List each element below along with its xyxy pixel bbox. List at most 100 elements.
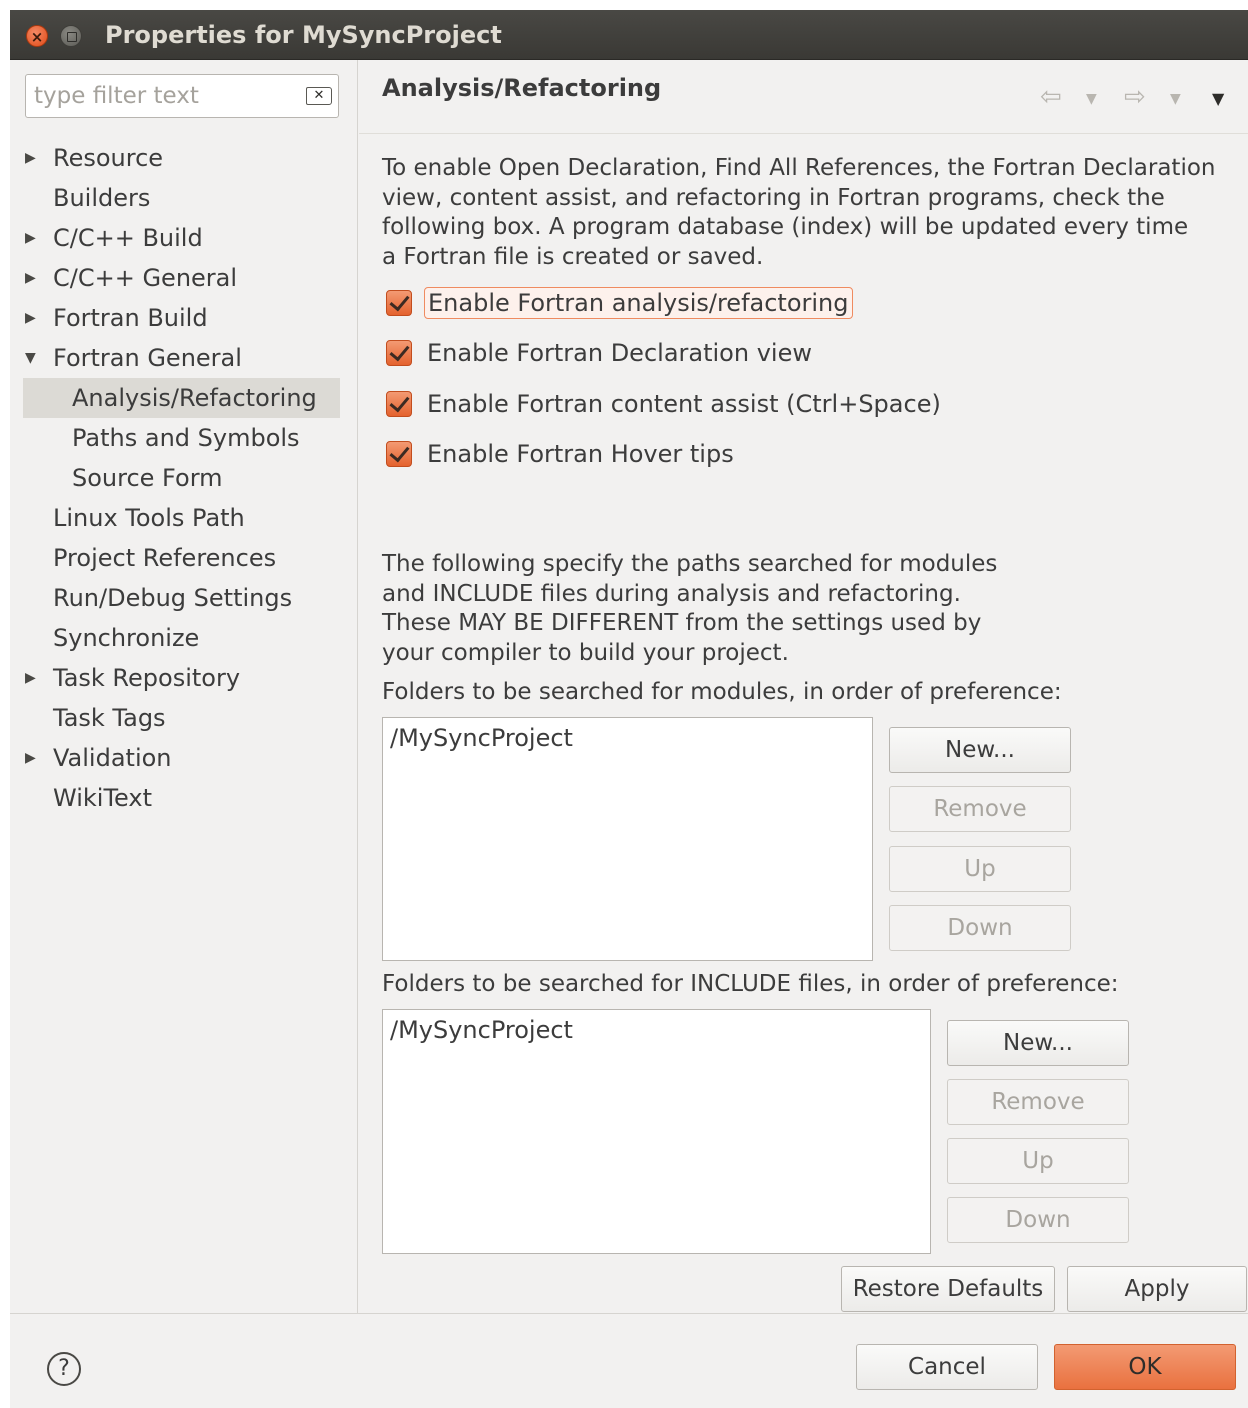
back-arrow-icon[interactable]: ⇦ — [1040, 82, 1062, 112]
preference-tree: ▶ Resource Builders ▶ C/C++ Build ▶ C/C++ Gene… — [10, 138, 358, 818]
history-nav: ⇦ ▼ ⇨ ▼ ▼ — [1040, 82, 1240, 112]
checkbox-label[interactable]: Enable Fortran Hover tips — [424, 439, 737, 469]
tree-collapsed-arrow-icon[interactable]: ▶ — [25, 658, 39, 698]
tree-item-label: Source Form — [72, 464, 223, 492]
intro-line: a Fortran file is created or saved. — [382, 243, 764, 270]
tree-item[interactable]: ▶ C/C++ General — [10, 258, 358, 298]
modules-down-button[interactable]: Down — [889, 905, 1071, 951]
modules-remove-button[interactable]: Remove — [889, 786, 1071, 832]
include-label: Folders to be searched for INCLUDE files… — [382, 971, 1119, 997]
tree-item[interactable]: Builders — [10, 178, 358, 218]
list-item[interactable]: /MySyncProject — [390, 1016, 573, 1044]
tree-item[interactable]: Task Tags — [10, 698, 358, 738]
minimize-icon[interactable] — [60, 25, 82, 47]
tree-item-label: Fortran General — [53, 344, 242, 372]
tree-item-label: C/C++ General — [53, 264, 238, 292]
tree-item-label: Synchronize — [53, 624, 200, 652]
modules-new-button[interactable]: New... — [889, 727, 1071, 773]
checkbox-checked-icon[interactable] — [386, 441, 412, 467]
tree-collapsed-arrow-icon[interactable]: ▶ — [25, 138, 39, 178]
enable-content-assist-checkbox-row[interactable]: Enable Fortran content assist (Ctrl+Spac… — [386, 387, 944, 421]
paths-note-line: The following specify the paths searched… — [382, 551, 998, 577]
tree-item-label: Run/Debug Settings — [53, 584, 293, 612]
window-title: Properties for MySyncProject — [105, 21, 502, 49]
filter-input[interactable] — [32, 80, 292, 112]
restore-defaults-button[interactable]: Restore Defaults — [841, 1266, 1055, 1312]
tree-item-label: Paths and Symbols — [72, 424, 300, 452]
forward-arrow-icon[interactable]: ⇨ — [1124, 82, 1146, 112]
paths-note-line: your compiler to build your project. — [382, 639, 789, 666]
preference-tree-pane: ✕ ▶ Resource Builders ▶ C/C++ Build ▶ C/C++ Ge… — [10, 60, 358, 1313]
checkbox-label[interactable]: Enable Fortran content assist (Ctrl+Spac… — [424, 389, 944, 419]
tree-item[interactable]: ▶ Task Repository — [10, 658, 358, 698]
include-down-button[interactable]: Down — [947, 1197, 1129, 1243]
include-up-button[interactable]: Up — [947, 1138, 1129, 1184]
title-bar: × Properties for MySyncProject — [10, 10, 1248, 60]
paths-note-line: and INCLUDE files during analysis and re… — [382, 580, 961, 607]
list-item[interactable]: /MySyncProject — [390, 724, 573, 752]
tree-item[interactable]: Paths and Symbols — [10, 418, 358, 458]
tree-item-label: Validation — [53, 744, 172, 772]
tree-item[interactable]: ▶ C/C++ Build — [10, 218, 358, 258]
ok-button[interactable]: OK — [1054, 1344, 1236, 1390]
intro-line: view, content assist, and refactoring in… — [382, 184, 1165, 211]
header-divider — [359, 133, 1248, 134]
checkbox-checked-icon[interactable] — [386, 290, 412, 316]
property-page: Analysis/Refactoring ⇦ ▼ ⇨ ▼ ▼ To enable… — [359, 60, 1248, 1313]
tree-item[interactable]: ▶ Validation — [10, 738, 358, 778]
tree-item-label: Project References — [53, 544, 277, 572]
dialog-button-bar: ? Cancel OK — [10, 1313, 1248, 1408]
modules-folder-list[interactable]: /MySyncProject — [382, 717, 873, 961]
tree-item-label: Analysis/Refactoring — [72, 384, 317, 412]
intro-text: To enable Open Declaration, Find All Ref… — [382, 154, 1216, 272]
tree-item-label: C/C++ Build — [53, 224, 203, 252]
enable-declaration-view-checkbox-row[interactable]: Enable Fortran Declaration view — [386, 336, 815, 370]
tree-item[interactable]: Run/Debug Settings — [10, 578, 358, 618]
close-icon[interactable]: × — [26, 25, 48, 47]
tree-item[interactable]: ▶ Fortran Build — [10, 298, 358, 338]
clear-filter-icon[interactable]: ✕ — [306, 87, 332, 105]
tree-item[interactable]: WikiText — [10, 778, 358, 818]
tree-item-label: Linux Tools Path — [53, 504, 245, 532]
tree-collapsed-arrow-icon[interactable]: ▶ — [25, 258, 39, 298]
checkbox-label[interactable]: Enable Fortran Declaration view — [424, 338, 815, 368]
tree-item[interactable]: Source Form — [10, 458, 358, 498]
tree-item[interactable]: Synchronize — [10, 618, 358, 658]
checkbox-checked-icon[interactable] — [386, 391, 412, 417]
enable-analysis-checkbox-row[interactable]: Enable Fortran analysis/refactoring — [386, 286, 853, 320]
tree-item[interactable]: ▼ Fortran General — [10, 338, 358, 378]
tree-item-label: Task Repository — [53, 664, 241, 692]
cancel-button[interactable]: Cancel — [856, 1344, 1038, 1390]
filter-box: ✕ — [25, 74, 339, 118]
tree-item[interactable]: Linux Tools Path — [10, 498, 358, 538]
tree-expanded-arrow-icon[interactable]: ▼ — [25, 338, 39, 378]
enable-hover-tips-checkbox-row[interactable]: Enable Fortran Hover tips — [386, 437, 737, 471]
checkbox-label[interactable]: Enable Fortran analysis/refactoring — [424, 287, 853, 319]
modules-up-button[interactable]: Up — [889, 846, 1071, 892]
back-menu-chevron-icon[interactable]: ▼ — [1086, 84, 1097, 114]
include-folder-list[interactable]: /MySyncProject — [382, 1009, 931, 1254]
checkbox-checked-icon[interactable] — [386, 340, 412, 366]
tree-collapsed-arrow-icon[interactable]: ▶ — [25, 738, 39, 778]
help-icon[interactable]: ? — [47, 1352, 81, 1386]
page-title: Analysis/Refactoring — [382, 74, 662, 102]
modules-label: Folders to be searched for modules, in o… — [382, 679, 1062, 705]
include-new-button[interactable]: New... — [947, 1020, 1129, 1066]
tree-collapsed-arrow-icon[interactable]: ▶ — [25, 298, 39, 338]
view-menu-icon[interactable]: ▼ — [1212, 84, 1224, 114]
tree-item-label: Resource — [53, 144, 164, 172]
apply-button[interactable]: Apply — [1067, 1266, 1247, 1312]
properties-dialog: × Properties for MySyncProject ✕ ▶ Resour… — [10, 10, 1248, 1408]
paths-note-line: These MAY BE DIFFERENT from the settings… — [382, 610, 982, 636]
tree-item-label: Builders — [53, 184, 151, 212]
paths-note: The following specify the paths searched… — [382, 550, 997, 668]
include-remove-button[interactable]: Remove — [947, 1079, 1129, 1125]
forward-menu-chevron-icon[interactable]: ▼ — [1170, 84, 1181, 114]
intro-line: following box. A program database (index… — [382, 214, 1189, 240]
tree-item-label: WikiText — [53, 784, 152, 812]
tree-item[interactable]: ▶ Resource — [10, 138, 358, 178]
tree-collapsed-arrow-icon[interactable]: ▶ — [25, 218, 39, 258]
tree-item-label: Fortran Build — [53, 304, 208, 332]
tree-item[interactable]: Project References — [10, 538, 358, 578]
tree-item[interactable]: Analysis/Refactoring — [23, 378, 340, 418]
